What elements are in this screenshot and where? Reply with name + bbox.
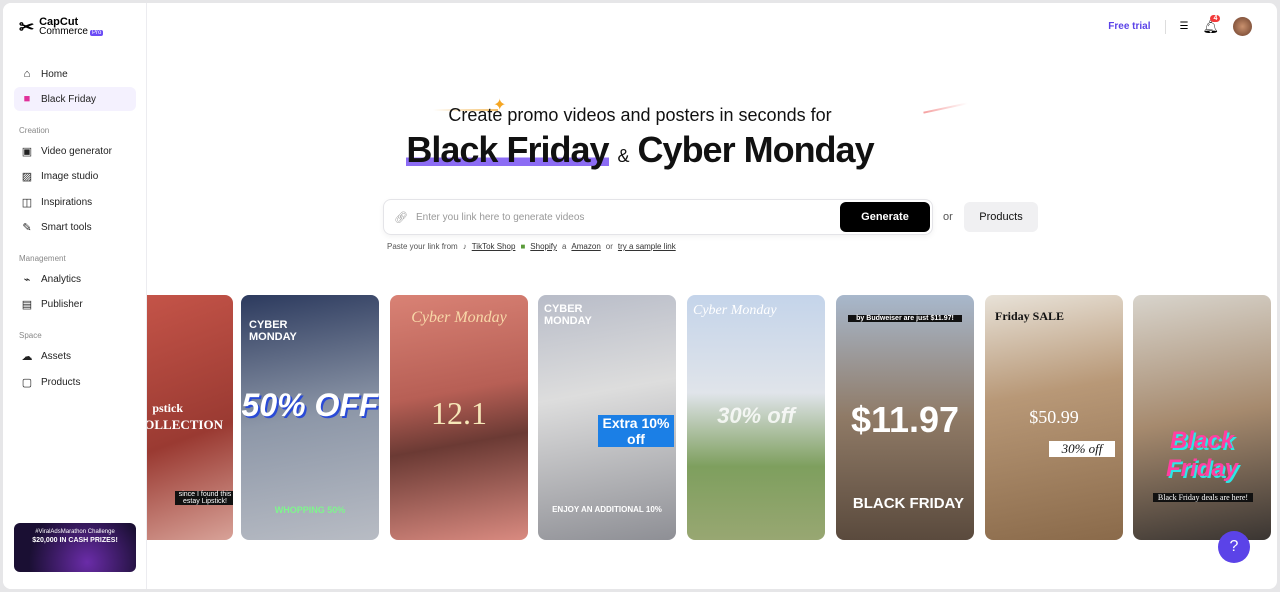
sidebar-item-inspirations[interactable]: ◫ Inspirations xyxy=(14,190,136,214)
video-icon: ▣ xyxy=(21,145,33,158)
section-management: Management xyxy=(19,254,66,263)
title-black-friday: Black Friday xyxy=(406,129,610,170)
home-icon: ⌂ xyxy=(23,68,31,80)
sidebar-item-black-friday[interactable]: ■ Black Friday xyxy=(14,87,136,111)
card-text: Friday SALE xyxy=(995,309,1065,323)
label: Assets xyxy=(41,350,72,362)
magic-wand-icon: ✎ xyxy=(22,221,32,234)
promo-line2: $20,000 IN CASH PRIZES! xyxy=(32,537,118,544)
card-text: Black Friday deals are here! xyxy=(1153,493,1253,502)
products-button[interactable]: Products xyxy=(964,202,1038,232)
card-text: Extra 10% off xyxy=(598,415,674,447)
app-window: ✂ CapCut Commerce Pro ⌂ Home ■ Black Friday… xyxy=(3,3,1277,589)
shopify-link[interactable]: Shopify xyxy=(530,242,557,251)
promo-line1: #ViralAdsMarathon Challenge xyxy=(35,529,115,535)
box-icon: ▢ xyxy=(21,376,33,389)
card-text: Cyber Monday xyxy=(411,309,507,326)
free-trial-link[interactable]: Free trial xyxy=(1108,21,1150,32)
inspiration-icon: ◫ xyxy=(21,196,33,209)
promo-banner[interactable]: #ViralAdsMarathon Challenge $20,000 IN CA… xyxy=(14,523,136,572)
ampersand: & xyxy=(617,146,630,166)
paste-label: Paste your link from xyxy=(387,242,458,251)
sidebar-item-analytics[interactable]: ⌁ Analytics xyxy=(14,267,136,291)
card-text: CYBER MONDAY xyxy=(249,319,297,343)
sidebar-item-image-studio[interactable]: ▨ Image studio xyxy=(14,164,136,188)
label: Products xyxy=(41,376,81,388)
template-card[interactable]: Cyber Monday 12.1 xyxy=(390,295,528,540)
tiktok-icon: ♪ xyxy=(462,242,467,251)
card-text: 50% OFF xyxy=(241,387,379,423)
divider xyxy=(1164,19,1166,34)
sidebar-item-video-generator[interactable]: ▣ Video generator xyxy=(14,139,136,163)
label: Video generator xyxy=(41,145,112,157)
logo[interactable]: ✂ CapCut Commerce Pro xyxy=(19,17,104,38)
label: Publisher xyxy=(41,298,83,310)
card-text: by Budweiser are just $11.97! xyxy=(848,315,962,322)
stack-icon[interactable]: ☰ xyxy=(1180,21,1189,32)
image-icon: ▨ xyxy=(21,170,33,183)
or-label: or xyxy=(943,211,953,223)
sidebar-item-home[interactable]: ⌂ Home xyxy=(14,62,136,86)
tiktok-link[interactable]: TikTok Shop xyxy=(472,242,516,251)
label: Smart tools xyxy=(41,221,92,233)
card-text: $11.97 xyxy=(850,399,960,440)
bell-icon[interactable]: 🔔︎ 4 xyxy=(1202,14,1221,35)
shopify-icon: ■ xyxy=(520,242,526,251)
template-card[interactable]: Black Friday Black Friday deals are here! xyxy=(1133,295,1271,540)
title-cyber-monday: Cyber Monday xyxy=(637,129,875,170)
generate-button[interactable]: Generate xyxy=(840,202,930,232)
sidebar-item-publisher[interactable]: ▤ Publisher xyxy=(14,292,136,316)
brand-sub: Commerce xyxy=(39,26,88,37)
pro-badge: Pro xyxy=(90,30,104,36)
amazon-icon: a xyxy=(561,242,567,251)
label: Home xyxy=(41,68,68,80)
template-card[interactable]: by Budweiser are just $11.97! $11.97 BLACK… xyxy=(836,295,974,540)
amazon-link[interactable]: Amazon xyxy=(571,242,600,251)
sidebar-item-products[interactable]: ▢ Products xyxy=(14,370,136,394)
template-card[interactable]: CYBER MONDAY 50% OFF WHOPPING 50% xyxy=(241,295,379,540)
card-text: $50.99 xyxy=(1029,407,1079,427)
cloud-icon: ☁ xyxy=(21,350,33,363)
hero-subtitle: Create promo videos and posters in secon… xyxy=(448,105,832,125)
label: Image studio xyxy=(41,170,99,182)
help-button[interactable]: ? xyxy=(1218,531,1250,563)
sidebar: ✂ CapCut Commerce Pro ⌂ Home ■ Black Friday… xyxy=(3,3,147,589)
link-search-box: 🔗︎ Generate xyxy=(383,199,933,235)
card-text: ENJOY AN ADDITIONAL 10% xyxy=(552,505,662,514)
card-text: BLACK FRIDAY xyxy=(852,495,964,512)
sidebar-item-smart-tools[interactable]: ✎ Smart tools xyxy=(14,215,136,239)
template-card[interactable]: CYBER MONDAY Extra 10% off ENJOY AN ADDITI… xyxy=(538,295,676,540)
chart-icon: ⌁ xyxy=(23,273,31,286)
section-space: Space xyxy=(19,331,42,340)
card-text: CYBER MONDAY xyxy=(544,303,592,327)
paste-hint: Paste your link from ♪ TikTok Shop ■ Shopi… xyxy=(387,242,676,251)
sidebar-item-assets[interactable]: ☁ Assets xyxy=(14,344,136,368)
card-text: 30% off xyxy=(717,403,795,428)
notification-badge: 4 xyxy=(1210,14,1221,22)
or-label: or xyxy=(605,242,613,251)
sample-link[interactable]: try a sample link xyxy=(618,242,676,251)
label: Inspirations xyxy=(41,196,93,208)
card-text: since I found this estay Lipstick! xyxy=(175,491,233,505)
calendar-icon: ▤ xyxy=(21,298,33,311)
avatar[interactable] xyxy=(1233,17,1252,36)
card-text: WHOPPING 50% xyxy=(274,505,346,515)
label: Black Friday xyxy=(41,93,97,105)
hero-title: Black Friday & Cyber Monday xyxy=(3,129,1277,171)
label: Analytics xyxy=(41,273,82,285)
bag-icon: ■ xyxy=(23,93,31,105)
template-card[interactable]: Friday SALE $50.99 30% off xyxy=(985,295,1123,540)
link-icon: 🔗︎ xyxy=(394,211,408,224)
capcut-logo-icon: ✂ xyxy=(19,17,35,37)
section-creation: Creation xyxy=(19,126,50,135)
card-text: 30% off xyxy=(1049,441,1115,457)
card-text: Black Friday xyxy=(1165,427,1239,482)
card-text: 12.1 xyxy=(431,395,487,431)
question-icon: ? xyxy=(1229,538,1239,555)
card-text: Cyber Monday xyxy=(693,303,777,318)
template-card[interactable]: Cyber Monday 30% off xyxy=(687,295,825,540)
top-bar: Free trial ☰ 🔔︎ 4 xyxy=(1108,14,1252,36)
